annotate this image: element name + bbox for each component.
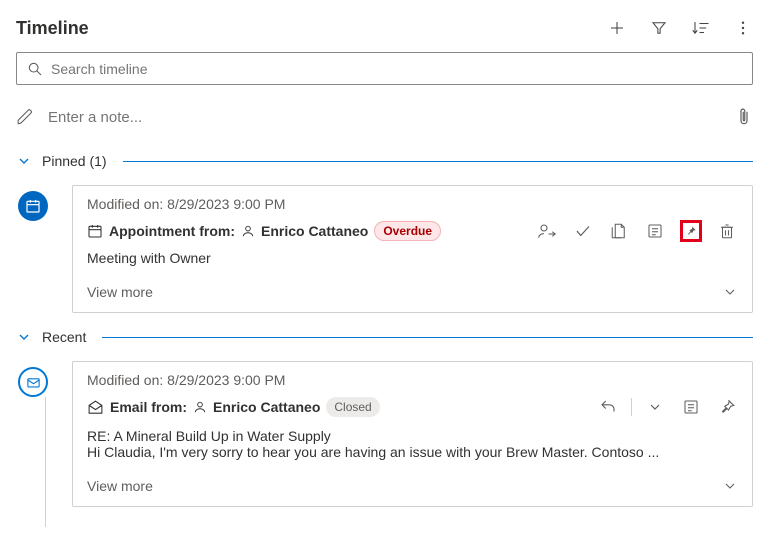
pin-outline-icon xyxy=(718,398,736,416)
timeline-header: Timeline xyxy=(16,8,753,48)
view-more-link[interactable]: View more xyxy=(87,284,153,300)
filter-button[interactable] xyxy=(649,18,669,38)
open-record-icon xyxy=(610,222,628,240)
pencil-icon xyxy=(16,108,34,126)
assign-button[interactable] xyxy=(536,220,558,242)
sort-icon xyxy=(691,19,711,37)
mail-icon xyxy=(26,375,41,390)
activity-type-badge xyxy=(18,367,48,397)
note-button[interactable] xyxy=(680,396,702,418)
note-button[interactable] xyxy=(644,220,666,242)
attach-button[interactable] xyxy=(735,107,753,127)
more-button[interactable] xyxy=(733,18,753,38)
recent-item: Modified on: 8/29/2023 9:00 PM Email fro… xyxy=(16,361,753,507)
activity-kind: Email from: xyxy=(110,399,187,415)
item-gutter xyxy=(16,361,72,507)
view-more-link[interactable]: View more xyxy=(87,478,153,494)
more-vertical-icon xyxy=(734,19,752,37)
reply-icon xyxy=(599,398,617,416)
chevron-down-icon[interactable] xyxy=(722,478,738,494)
pinned-item: Modified on: 8/29/2023 9:00 PM Appointme… xyxy=(16,185,753,313)
header-actions xyxy=(607,18,753,38)
calendar-icon xyxy=(87,223,103,239)
thread-line xyxy=(45,397,46,527)
search-box[interactable] xyxy=(16,52,753,85)
mail-open-icon xyxy=(87,399,104,416)
open-record-button[interactable] xyxy=(608,220,630,242)
note-input[interactable] xyxy=(34,108,735,127)
recent-card[interactable]: Modified on: 8/29/2023 9:00 PM Email fro… xyxy=(72,361,753,507)
pin-button-highlighted[interactable] xyxy=(680,220,702,242)
reply-menu-button[interactable] xyxy=(644,396,666,418)
section-divider xyxy=(123,161,753,162)
modified-on-text: Modified on: 8/29/2023 9:00 PM xyxy=(87,372,738,388)
pinned-section-label: Pinned (1) xyxy=(42,153,107,169)
trash-icon xyxy=(718,222,736,240)
plus-icon xyxy=(608,19,626,37)
status-badge-overdue: Overdue xyxy=(374,221,441,241)
activity-kind: Appointment from: xyxy=(109,223,235,239)
page-title: Timeline xyxy=(16,18,89,39)
person-icon xyxy=(241,224,255,238)
chevron-down-icon xyxy=(16,329,32,345)
recent-section-label: Recent xyxy=(42,329,86,345)
modified-on-text: Modified on: 8/29/2023 9:00 PM xyxy=(87,196,738,212)
add-button[interactable] xyxy=(607,18,627,38)
paperclip-icon xyxy=(735,107,753,127)
view-more-row: View more xyxy=(87,478,738,494)
pin-icon xyxy=(685,222,697,240)
reply-button[interactable] xyxy=(597,396,619,418)
separator xyxy=(631,398,632,416)
note-icon xyxy=(646,222,664,240)
chevron-down-icon[interactable] xyxy=(722,284,738,300)
email-subject: RE: A Mineral Build Up in Water Supply xyxy=(87,428,738,444)
card-title-row: Appointment from: Enrico Cattaneo Overdu… xyxy=(87,220,738,242)
status-badge-closed: Closed xyxy=(326,397,379,417)
recent-section-header[interactable]: Recent xyxy=(16,323,753,351)
filter-icon xyxy=(650,19,668,37)
card-actions xyxy=(597,396,738,418)
check-icon xyxy=(574,222,592,240)
note-icon xyxy=(682,398,700,416)
sort-button[interactable] xyxy=(691,18,711,38)
search-icon xyxy=(27,61,43,77)
section-divider xyxy=(102,337,753,338)
pin-button[interactable] xyxy=(716,396,738,418)
timeline-panel: Timeline Pinned (1) xyxy=(0,0,769,544)
activity-person: Enrico Cattaneo xyxy=(261,223,368,239)
item-gutter xyxy=(16,185,72,313)
pinned-section-header[interactable]: Pinned (1) xyxy=(16,147,753,175)
email-preview: Hi Claudia, I'm very sorry to hear you a… xyxy=(87,444,738,460)
view-more-row: View more xyxy=(87,284,738,300)
activity-type-badge xyxy=(18,191,48,221)
complete-button[interactable] xyxy=(572,220,594,242)
person-icon xyxy=(193,400,207,414)
person-arrow-icon xyxy=(537,222,557,240)
delete-button[interactable] xyxy=(716,220,738,242)
note-row xyxy=(16,97,753,137)
card-title-row: Email from: Enrico Cattaneo Closed xyxy=(87,396,738,418)
pinned-card[interactable]: Modified on: 8/29/2023 9:00 PM Appointme… xyxy=(72,185,753,313)
calendar-icon xyxy=(25,198,41,214)
card-actions xyxy=(536,220,738,242)
activity-person: Enrico Cattaneo xyxy=(213,399,320,415)
chevron-down-icon xyxy=(16,153,32,169)
search-input[interactable] xyxy=(43,60,742,78)
chevron-down-icon xyxy=(647,399,663,415)
card-body: Meeting with Owner xyxy=(87,250,738,266)
